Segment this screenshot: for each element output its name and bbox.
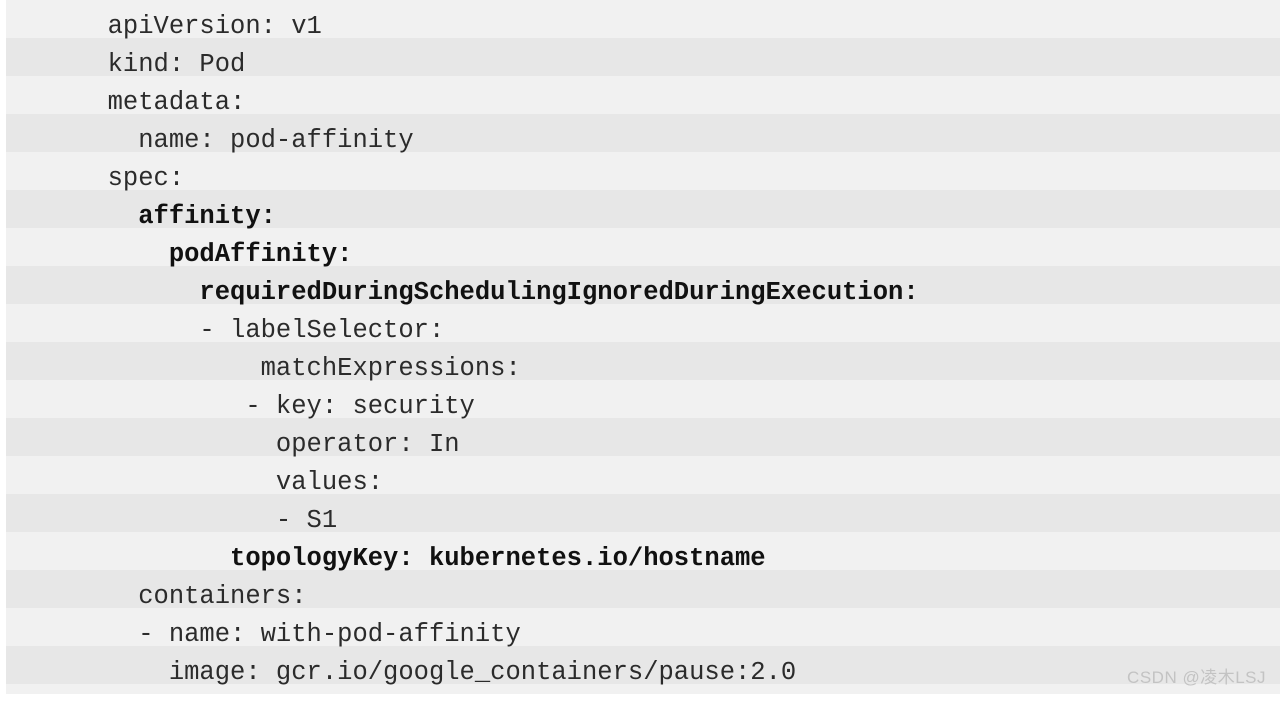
code-line: metadata:: [77, 88, 246, 117]
code-line: apiVersion: v1: [77, 12, 322, 41]
code-line: matchExpressions:: [77, 354, 521, 383]
code-line: requiredDuringSchedulingIgnoredDuringExe…: [77, 278, 919, 307]
yaml-code-block: apiVersion: v1 kind: Pod metadata: name:…: [6, 0, 1280, 694]
code-line: affinity:: [77, 202, 276, 231]
code-line: containers:: [77, 582, 307, 611]
code-line: topologyKey: kubernetes.io/hostname: [77, 544, 766, 573]
code-line: image: gcr.io/google_containers/pause:2.…: [77, 658, 797, 687]
code-line: - name: with-pod-affinity: [77, 620, 521, 649]
code-line: - key: security: [77, 392, 475, 421]
page-canvas: apiVersion: v1 kind: Pod metadata: name:…: [0, 0, 1280, 702]
code-line: spec:: [77, 164, 185, 193]
code-line: name: pod-affinity: [77, 126, 414, 155]
code-line: - labelSelector:: [77, 316, 445, 345]
code-line: values:: [77, 468, 384, 497]
code-line: kind: Pod: [77, 50, 246, 79]
code-line: podAffinity:: [77, 240, 353, 269]
code-line: operator: In: [77, 430, 460, 459]
code-line-list: apiVersion: v1 kind: Pod metadata: name:…: [6, 0, 1280, 694]
code-line: - S1: [77, 506, 338, 535]
